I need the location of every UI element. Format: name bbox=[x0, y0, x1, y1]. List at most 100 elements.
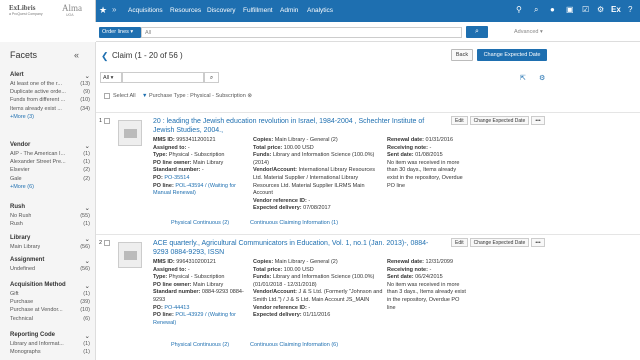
field-value: Main Library bbox=[193, 159, 224, 166]
change-expected-date-row-button[interactable]: Change Expected Date bbox=[469, 238, 530, 247]
back-arrow-icon[interactable]: ❮ bbox=[101, 51, 109, 62]
search-input[interactable]: All bbox=[141, 27, 462, 38]
user-icon[interactable]: ● bbox=[550, 5, 555, 14]
nav-analytics[interactable]: Analytics bbox=[307, 7, 333, 14]
facet-item-label: Duplicate active orde... bbox=[10, 89, 66, 96]
purchase-type-filter: ▼ Purchase Type : Physical - Subscriptio… bbox=[142, 93, 252, 99]
facet-group-title[interactable]: Reporting Code bbox=[10, 332, 90, 338]
nav-discovery[interactable]: Discovery bbox=[207, 7, 236, 14]
facet-item[interactable]: AIP - The American I... (1) bbox=[10, 150, 90, 158]
export-icon[interactable]: ⇱ bbox=[520, 74, 526, 82]
facet-item[interactable]: Technical (6) bbox=[10, 315, 90, 323]
logo[interactable]: ExLibris a ProQuest Company Alma UOA bbox=[0, 0, 96, 22]
record-bottom-link[interactable]: Physical Continuous (2) bbox=[171, 342, 229, 348]
facet-item-count: (10) bbox=[80, 97, 90, 104]
edit-button[interactable]: Edit bbox=[451, 238, 468, 247]
select-all-checkbox[interactable] bbox=[104, 93, 110, 99]
ex-icon[interactable]: Ex bbox=[611, 5, 621, 14]
change-expected-date-button[interactable]: Change Expected Date bbox=[477, 49, 547, 61]
chevron-down-icon[interactable]: ⌄ bbox=[85, 72, 90, 80]
record-title[interactable]: 20 : leading the Jewish education revolu… bbox=[153, 117, 433, 135]
facet-item[interactable]: Purchase at Vendor... (10) bbox=[10, 306, 90, 314]
more-actions-icon[interactable]: ••• bbox=[531, 116, 545, 125]
facet-item[interactable]: Undefined (56) bbox=[10, 265, 90, 273]
facet-group-title[interactable]: Assignment bbox=[10, 257, 90, 263]
facet-item[interactable]: No Rush (55) bbox=[10, 212, 90, 220]
record-checkbox[interactable] bbox=[104, 118, 111, 124]
facet-item[interactable]: Purchase (39) bbox=[10, 298, 90, 306]
field-value[interactable]: PO-35514 bbox=[164, 175, 189, 181]
remove-filter-icon[interactable]: ⊗ bbox=[247, 93, 252, 99]
facet-item-label: Gale bbox=[10, 175, 22, 182]
facet-item[interactable]: Funds from different ... (10) bbox=[10, 96, 90, 104]
facet-item[interactable]: Gale (2) bbox=[10, 175, 90, 183]
facet-item[interactable]: At least one of the r... (13) bbox=[10, 80, 90, 88]
facet-item-label: Undefined bbox=[10, 266, 36, 272]
search-icon[interactable]: ⌕ bbox=[534, 5, 538, 15]
record-checkbox[interactable] bbox=[104, 240, 111, 246]
chevron-down-icon[interactable]: ⌄ bbox=[85, 257, 90, 265]
advanced-search-link[interactable]: Advanced ▾ bbox=[514, 29, 543, 35]
task-icon[interactable]: ☑ bbox=[582, 5, 589, 14]
record-field: Total price: 100.00 USD bbox=[253, 267, 383, 275]
chevron-down-icon[interactable]: ⌄ bbox=[85, 332, 90, 340]
record-bottom-link[interactable]: Continuous Claiming Information (6) bbox=[250, 342, 338, 348]
record-bottom-link[interactable]: Continuous Claiming Information (1) bbox=[250, 220, 338, 226]
record-field: Standard number: - bbox=[153, 167, 248, 175]
record-title[interactable]: ACE quarterly., Agricultural Communicato… bbox=[153, 239, 433, 257]
field-value[interactable]: PO-44413 bbox=[164, 305, 189, 311]
settings-icon[interactable]: ⚙ bbox=[539, 74, 545, 82]
facet-more-link[interactable]: +More (6) bbox=[10, 183, 90, 191]
nav-admin[interactable]: Admin bbox=[280, 7, 298, 14]
filter-input[interactable] bbox=[122, 72, 204, 83]
facet-item[interactable]: Monographs (1) bbox=[10, 348, 90, 356]
facet-item[interactable]: Rush (1) bbox=[10, 220, 90, 228]
filter-search-button[interactable]: ⌕ bbox=[204, 72, 219, 83]
facet-group-title[interactable]: Acquisition Method bbox=[10, 282, 90, 288]
record-field: No item was received in more than 30 day… bbox=[387, 160, 467, 190]
box-icon[interactable]: ▣ bbox=[566, 5, 574, 14]
search-button[interactable]: ⌕ bbox=[466, 26, 488, 38]
edit-button[interactable]: Edit bbox=[451, 116, 468, 125]
collapse-icon[interactable]: « bbox=[74, 50, 79, 60]
field-value: No item was received in more than 30 day… bbox=[387, 159, 463, 189]
facet-item[interactable]: Duplicate active orde... (9) bbox=[10, 88, 90, 96]
facet-group-title[interactable]: Rush bbox=[10, 204, 90, 210]
change-expected-date-row-button[interactable]: Change Expected Date bbox=[469, 116, 530, 125]
record-field: PO line owner: Main Library bbox=[153, 160, 248, 168]
gear-icon[interactable]: ⚙ bbox=[597, 5, 604, 14]
chevron-down-icon[interactable]: ⌄ bbox=[85, 282, 90, 290]
select-all-row[interactable]: Select All bbox=[104, 93, 136, 99]
facet-group-title[interactable]: Vendor bbox=[10, 142, 90, 148]
search-type-select[interactable]: Order lines ▾ bbox=[99, 27, 141, 38]
chevron-down-icon[interactable]: ⌄ bbox=[85, 142, 90, 150]
facet-item[interactable]: Main Library (56) bbox=[10, 243, 90, 251]
help-icon[interactable]: ? bbox=[628, 5, 632, 14]
record-field: Expected delivery: 07/08/2017 bbox=[253, 205, 383, 213]
chevron-down-icon[interactable]: ⌄ bbox=[85, 204, 90, 212]
nav-fulfillment[interactable]: Fulfillment bbox=[243, 7, 273, 14]
facet-group: Alert ⌄ At least one of the r... (13) Duplic… bbox=[10, 72, 90, 121]
record-bottom-link[interactable]: Physical Continuous (2) bbox=[171, 220, 229, 226]
facet-more-link[interactable]: +More (3) bbox=[10, 113, 90, 121]
more-actions-icon[interactable]: ••• bbox=[531, 238, 545, 247]
facet-item-label: No Rush bbox=[10, 213, 32, 219]
facet-item[interactable]: Gift (1) bbox=[10, 290, 90, 298]
chevron-down-icon[interactable]: ⌄ bbox=[85, 235, 90, 243]
facet-item-label: Funds from different ... bbox=[10, 97, 66, 104]
facet-group-title[interactable]: Library bbox=[10, 235, 90, 241]
filter-scope-select[interactable]: All ▾ bbox=[100, 72, 122, 83]
facet-item[interactable]: Items already exist ... (34) bbox=[10, 105, 90, 113]
field-value: Main Library - General (2) bbox=[274, 259, 338, 265]
nav-acquisitions[interactable]: Acquisitions bbox=[128, 7, 163, 14]
facet-item[interactable]: Elsevier (2) bbox=[10, 166, 90, 174]
facet-item[interactable]: Library and Informat... (1) bbox=[10, 340, 90, 348]
facet-item[interactable]: Alexander Street Pre... (1) bbox=[10, 158, 90, 166]
star-icon[interactable]: ★ bbox=[99, 5, 107, 16]
facet-group-title[interactable]: Alert bbox=[10, 72, 90, 78]
nav-resources[interactable]: Resources bbox=[170, 7, 201, 14]
facet-item-label: Elsevier bbox=[10, 167, 30, 174]
chevron-right-icon[interactable]: » bbox=[112, 5, 116, 14]
map-pin-icon[interactable]: ⚲ bbox=[516, 5, 522, 14]
back-button[interactable]: Back bbox=[451, 49, 473, 61]
